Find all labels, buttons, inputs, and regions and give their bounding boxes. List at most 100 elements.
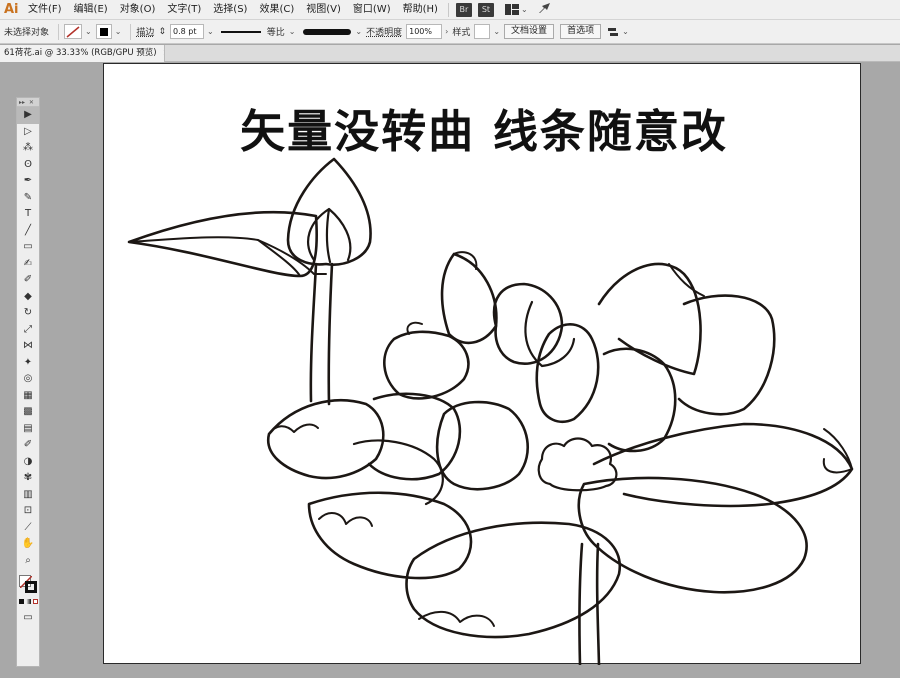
opacity-input[interactable]: 100% (406, 24, 443, 39)
document-tab-bar: 61荷花.ai @ 33.33% (RGB/GPU 预览) × (0, 45, 900, 62)
stroke-color-swatch[interactable] (64, 24, 83, 39)
petal-top-center (492, 282, 564, 365)
eraser-icon[interactable]: ◆ (17, 289, 39, 306)
menu-bar: Ai 文件(F) 编辑(E) 对象(O) 文字(T) 选择(S) 效果(C) 视… (0, 0, 900, 20)
menu-window[interactable]: 窗口(W) (347, 0, 397, 20)
chevron-right-icon[interactable]: › (445, 27, 448, 36)
width-icon[interactable]: ⋈ (17, 338, 39, 355)
selection-status: 未选择对象 (4, 28, 50, 38)
selection-icon[interactable]: ▶ (17, 107, 39, 124)
stroke-swatch[interactable] (25, 581, 37, 593)
petal-center-tall (535, 323, 600, 424)
petal-center-right (602, 347, 677, 453)
scale-icon[interactable]: ⤢ (17, 322, 39, 339)
puppet-warp-icon[interactable]: ✦ (17, 355, 39, 372)
profile-label[interactable]: 等比 (267, 25, 285, 38)
shaper-icon[interactable]: ✐ (17, 272, 39, 289)
chevron-down-icon[interactable]: ⌄ (85, 27, 92, 36)
tool-list: ▶ ▷ ⁂ ʘ ✒ ✎ T ╱ ▭ ✍ ✐ ◆ ↻ ⤢ ⋈ ✦ ◎ ▦ ▩ ▤ ✐ ◑ ✾ ▥ ⊡ ⟋ ✋ ⌕ ▭ (17, 107, 39, 627)
style-label: 样式 (452, 28, 471, 38)
type-icon[interactable]: T (17, 206, 39, 223)
chevron-down-icon[interactable]: ⌄ (493, 27, 500, 36)
document-tab-title: 61荷花.ai @ 33.33% (RGB/GPU 预览) (4, 48, 157, 58)
color-icon[interactable] (18, 599, 24, 604)
menu-effect[interactable]: 效果(C) (253, 0, 300, 20)
close-icon[interactable]: × (163, 48, 164, 58)
overlay-title: 矢量没转曲 线条随意改 (240, 105, 728, 158)
curvature-icon[interactable]: ✎ (17, 190, 39, 207)
gradient-icon[interactable] (25, 599, 31, 604)
document-tab[interactable]: 61荷花.ai @ 33.33% (RGB/GPU 预览) × (0, 45, 165, 62)
petal-bottom-left-notch (318, 512, 373, 527)
paintbrush-icon[interactable]: ✍ (17, 256, 39, 273)
document-setup-button[interactable]: 文档设置 (504, 24, 555, 39)
menu-edit[interactable]: 编辑(E) (68, 0, 114, 20)
chevron-down-icon[interactable]: ⌄ (289, 27, 296, 36)
graphic-style-swatch[interactable] (474, 24, 491, 39)
panel-collapse-icon[interactable]: ▸▸ ✕ (17, 98, 39, 107)
zoom-icon[interactable]: ⌕ (17, 553, 39, 570)
rectangle-icon[interactable]: ▭ (17, 239, 39, 256)
menu-select[interactable]: 选择(S) (207, 0, 253, 20)
screen-mode-icon[interactable]: ▭ (17, 610, 39, 627)
color-mode-buttons[interactable] (17, 599, 39, 604)
chevron-down-icon[interactable]: ⌄ (207, 27, 214, 36)
pen-icon[interactable]: ✒ (17, 173, 39, 190)
slice-icon[interactable]: ⟋ (17, 520, 39, 537)
brush-definition-preview[interactable] (303, 28, 352, 35)
menu-help[interactable]: 帮助(H) (397, 0, 444, 20)
chevron-down-icon[interactable]: ⌄ (115, 27, 122, 36)
stroke-weight-stepper-icon[interactable]: ⇕ (158, 27, 166, 37)
menu-separator (447, 2, 449, 17)
rotate-icon[interactable]: ↻ (17, 305, 39, 322)
menu-view[interactable]: 视图(V) (300, 0, 347, 20)
artboard-icon[interactable]: ⊡ (17, 503, 39, 520)
petal-top-left (440, 252, 498, 345)
workspace-layout-icon[interactable]: ⌄ (504, 4, 532, 15)
control-separator (58, 23, 60, 40)
menu-file[interactable]: 文件(F) (22, 0, 68, 20)
stroke-weight-input[interactable]: 0.8 pt (169, 24, 204, 39)
blend-icon[interactable]: ◑ (17, 454, 39, 471)
gpu-performance-icon[interactable] (538, 2, 551, 17)
shape-builder-icon[interactable]: ◎ (17, 371, 39, 388)
fill-color-swatch[interactable] (95, 24, 112, 39)
column-graph-icon[interactable]: ▥ (17, 487, 39, 504)
artboard[interactable]: 矢量没转曲 线条随意改 (103, 63, 861, 665)
menu-object[interactable]: 对象(O) (114, 0, 162, 20)
control-bar: 未选择对象 ⌄ ⌄ 描边 ⇕ 0.8 pt ⌄ 等比 ⌄ ⌄ 不透明度 100%… (0, 20, 900, 44)
variable-width-profile[interactable] (218, 24, 264, 39)
magic-wand-icon[interactable]: ⁂ (17, 140, 39, 157)
petal-bottom-right (577, 476, 808, 594)
leaf-fold (128, 236, 301, 277)
bridge-button[interactable]: Br (455, 2, 472, 17)
stroke-weight-value: 0.8 pt (172, 27, 197, 36)
seedpod (537, 437, 618, 492)
petal-far-left (266, 398, 385, 480)
menu-type[interactable]: 文字(T) (161, 0, 207, 20)
perspective-grid-icon[interactable]: ▦ (17, 388, 39, 405)
chevron-down-icon[interactable]: ⌄ (355, 27, 362, 36)
lasso-icon[interactable]: ʘ (17, 157, 39, 174)
stroke-label[interactable]: 描边 (136, 25, 154, 38)
line-segment-icon[interactable]: ╱ (17, 223, 39, 240)
preferences-button[interactable]: 首选项 (560, 24, 602, 39)
control-separator (130, 23, 132, 40)
none-icon[interactable] (32, 599, 38, 604)
arrange-documents-icon[interactable]: ⌄ (607, 26, 633, 38)
app-logo: Ai (4, 1, 19, 17)
fill-stroke-swatches[interactable] (17, 573, 39, 595)
petal-right-top-fold (668, 263, 705, 297)
symbol-sprayer-icon[interactable]: ✾ (17, 470, 39, 487)
eyedropper-icon[interactable]: ✐ (17, 437, 39, 454)
opacity-label[interactable]: 不透明度 (366, 25, 402, 38)
opacity-value: 100% (409, 27, 432, 36)
petal-bottom-left (307, 491, 473, 580)
petal-center-cup (435, 400, 529, 491)
mesh-icon[interactable]: ▩ (17, 404, 39, 421)
stock-button[interactable]: St (477, 2, 494, 17)
petal-right-wide (592, 422, 854, 508)
direct-selection-icon[interactable]: ▷ (17, 124, 39, 141)
gradient-icon[interactable]: ▤ (17, 421, 39, 438)
hand-icon[interactable]: ✋ (17, 536, 39, 553)
